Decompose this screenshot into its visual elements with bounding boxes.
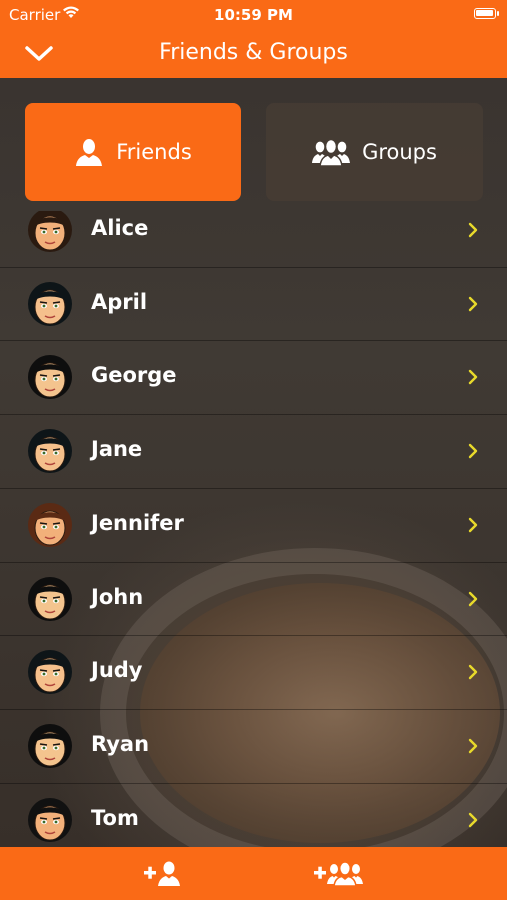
tab-friends-label: Friends — [116, 140, 192, 164]
person-icon — [74, 137, 104, 167]
battery-tip — [497, 11, 499, 16]
friend-name: George — [91, 363, 177, 388]
status-time: 10:59 PM — [214, 6, 293, 24]
avatar — [27, 576, 73, 622]
avatar — [27, 649, 73, 695]
friends-list: Alice April George Jane Jennifer John Judy Ryan… — [0, 211, 507, 847]
tab-groups[interactable]: Groups — [266, 103, 483, 201]
friend-row[interactable]: Jane — [0, 414, 507, 487]
chevron-right-icon — [466, 442, 480, 460]
friend-name: Ryan — [91, 731, 150, 756]
friend-row[interactable]: Ryan — [0, 709, 507, 782]
chevron-right-icon — [466, 663, 480, 681]
chevron-right-icon — [466, 295, 480, 313]
add-friend-icon[interactable] — [142, 860, 184, 886]
friend-row[interactable]: John — [0, 562, 507, 635]
friend-row[interactable]: George — [0, 340, 507, 413]
tab-groups-label: Groups — [362, 140, 437, 164]
friend-name: April — [91, 289, 148, 314]
app-screen: Carrier 10:59 PM Friends & Groups Friend… — [0, 0, 507, 900]
friend-row[interactable]: Tom — [0, 783, 507, 847]
battery-icon — [474, 8, 496, 19]
status-bar: Carrier 10:59 PM — [0, 0, 507, 30]
friend-row[interactable]: Jennifer — [0, 488, 507, 561]
avatar — [27, 797, 73, 843]
group-icon — [312, 138, 351, 166]
friend-name: John — [91, 584, 144, 609]
friend-name: Jane — [91, 437, 143, 462]
tab-friends[interactable]: Friends — [25, 103, 241, 201]
chevron-right-icon — [466, 590, 480, 608]
friend-name: Jennifer — [91, 510, 184, 535]
chevron-right-icon — [466, 368, 480, 386]
avatar — [27, 723, 73, 769]
friend-name: Tom — [91, 805, 139, 830]
avatar — [27, 354, 73, 400]
navigation-bar: Friends & Groups — [0, 30, 507, 78]
avatar — [27, 281, 73, 327]
add-group-icon[interactable] — [312, 860, 364, 887]
avatar — [27, 502, 73, 548]
bottom-toolbar — [0, 847, 507, 900]
page-title: Friends & Groups — [159, 40, 348, 65]
friend-row[interactable]: Judy — [0, 635, 507, 708]
chevron-right-icon — [466, 516, 480, 534]
friend-row[interactable]: April — [0, 267, 507, 340]
friend-name: Judy — [91, 658, 143, 683]
friend-name: Alice — [91, 216, 149, 240]
chevron-right-icon — [466, 737, 480, 755]
chevron-right-icon — [466, 811, 480, 829]
avatar — [27, 428, 73, 474]
friend-row[interactable]: Alice — [0, 211, 507, 266]
avatar — [27, 211, 73, 253]
chevron-right-icon — [466, 221, 480, 239]
